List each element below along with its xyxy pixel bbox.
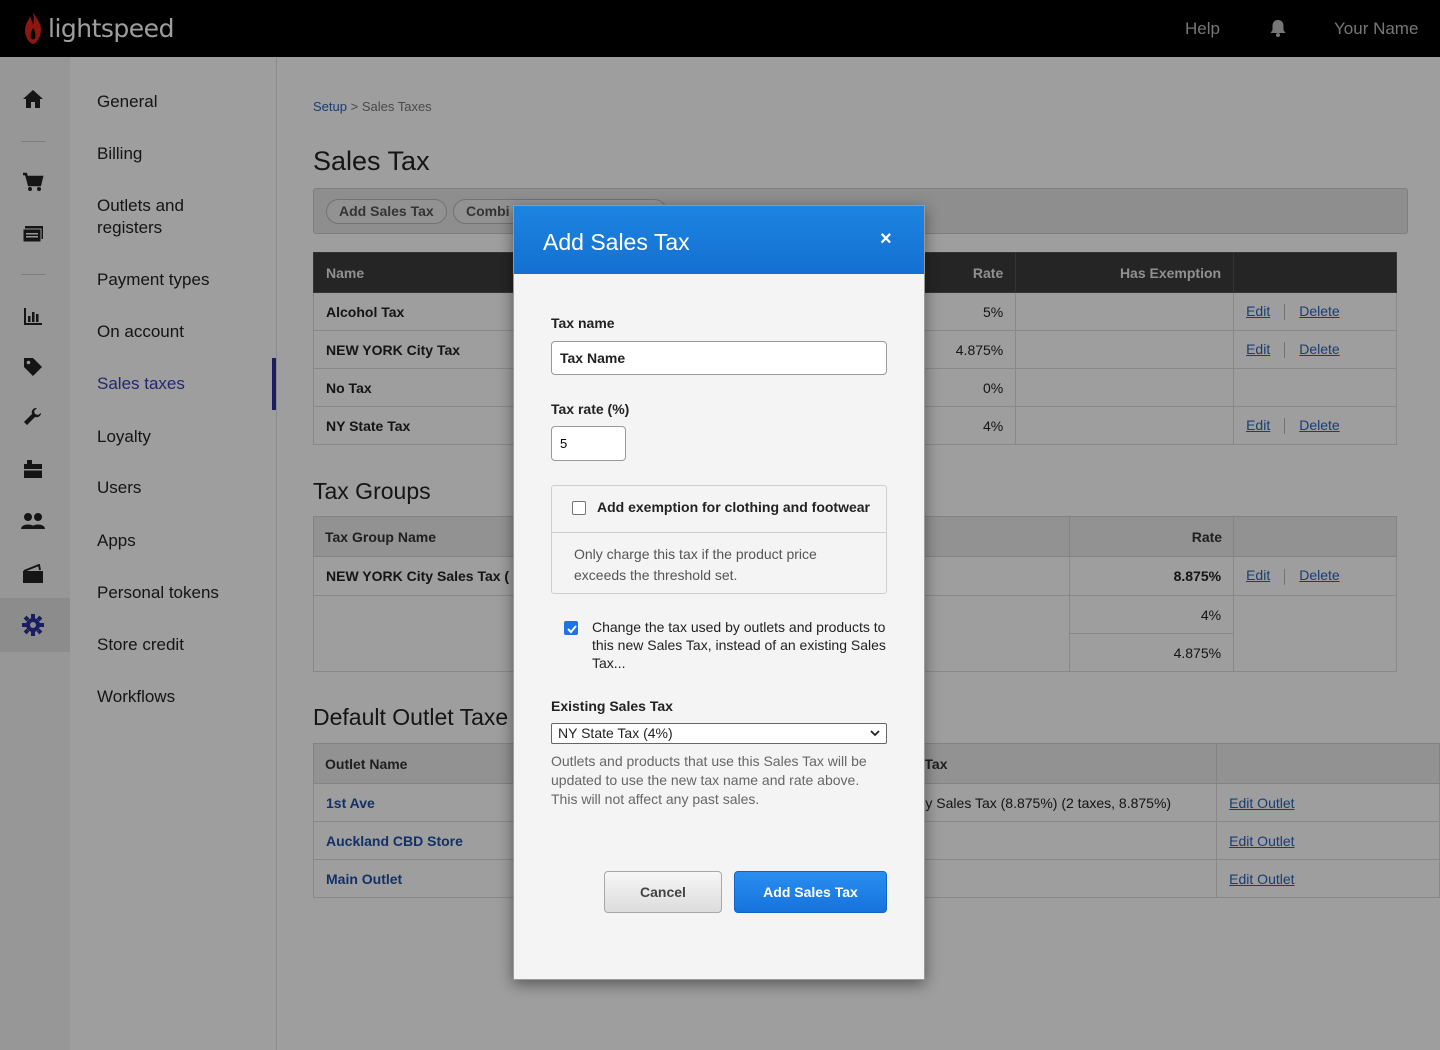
change-tax-label: Change the tax used by outlets and produ… xyxy=(592,619,886,671)
add-sales-tax-button[interactable]: Add Sales Tax xyxy=(734,871,887,913)
close-icon[interactable]: × xyxy=(880,228,892,251)
tax-rate-input[interactable] xyxy=(551,426,626,461)
exemption-checkbox[interactable] xyxy=(572,501,586,515)
existing-sales-tax-label: Existing Sales Tax xyxy=(551,698,673,714)
chevron-down-icon xyxy=(870,730,880,737)
exemption-header: Add exemption for clothing and footwear xyxy=(552,486,886,533)
existing-sales-tax-value: NY State Tax (4%) xyxy=(558,725,673,741)
modal-title: Add Sales Tax xyxy=(543,229,690,255)
change-tax-checkbox[interactable] xyxy=(564,621,578,635)
modal-header: Add Sales Tax × xyxy=(514,206,924,274)
exemption-panel: Add exemption for clothing and footwear … xyxy=(551,485,887,594)
existing-sales-tax-select[interactable]: NY State Tax (4%) xyxy=(551,723,887,744)
checkmark-icon xyxy=(567,625,577,634)
tax-rate-label: Tax rate (%) xyxy=(551,401,630,417)
existing-sales-tax-help: Outlets and products that use this Sales… xyxy=(551,753,867,807)
tax-name-input[interactable] xyxy=(551,341,887,375)
add-sales-tax-modal: Add Sales Tax × Tax name Tax rate (%) Ad… xyxy=(513,205,925,980)
cancel-button[interactable]: Cancel xyxy=(604,871,722,913)
exemption-label: Add exemption for clothing and footwear xyxy=(597,499,870,515)
exemption-description: Only charge this tax if the product pric… xyxy=(574,546,817,583)
tax-name-label: Tax name xyxy=(551,315,615,331)
